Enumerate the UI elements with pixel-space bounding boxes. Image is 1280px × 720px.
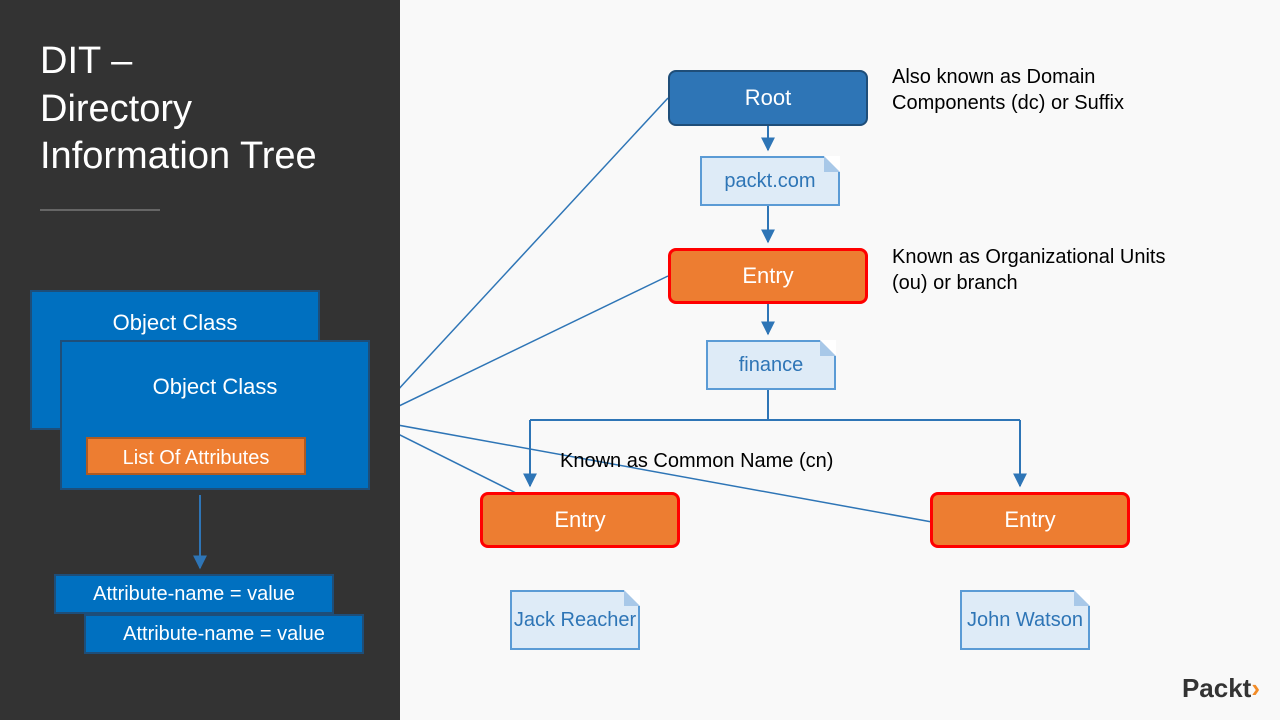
finance-tag: finance xyxy=(706,340,836,390)
annotation-entry: Known as Organizational Units (ou) or br… xyxy=(892,244,1192,296)
title-line-1: DIT – xyxy=(40,40,132,82)
list-of-attributes-box: List Of Attributes xyxy=(86,437,306,475)
john-tag: John Watson xyxy=(960,590,1090,650)
title-line-2: Directory xyxy=(40,88,192,130)
attribute-box-2: Attribute-name = value xyxy=(84,614,364,654)
annotation-leaf: Known as Common Name (cn) xyxy=(560,448,960,474)
entry-node-ou: Entry xyxy=(668,248,868,304)
title-underline xyxy=(40,209,160,211)
object-class-box-front: Object Class List Of Attributes xyxy=(60,340,370,490)
object-class-label: Object Class xyxy=(153,374,278,399)
logo-accent: › xyxy=(1251,673,1260,703)
entry-node-left: Entry xyxy=(480,492,680,548)
slide-title: DIT – Directory Information Tree xyxy=(40,38,370,181)
packt-logo: Packt› xyxy=(1182,673,1260,704)
title-line-3: Information Tree xyxy=(40,135,317,177)
entry-node-right: Entry xyxy=(930,492,1130,548)
logo-text: Packt xyxy=(1182,673,1251,703)
annotation-root: Also known as Domain Components (dc) or … xyxy=(892,64,1192,116)
root-node: Root xyxy=(668,70,868,126)
packt-tag: packt.com xyxy=(700,156,840,206)
jack-tag: Jack Reacher xyxy=(510,590,640,650)
attribute-box-1: Attribute-name = value xyxy=(54,574,334,614)
diagram-area: Root packt.com Entry finance Entry Entry… xyxy=(400,0,1280,720)
sidebar: DIT – Directory Information Tree Object … xyxy=(0,0,400,720)
